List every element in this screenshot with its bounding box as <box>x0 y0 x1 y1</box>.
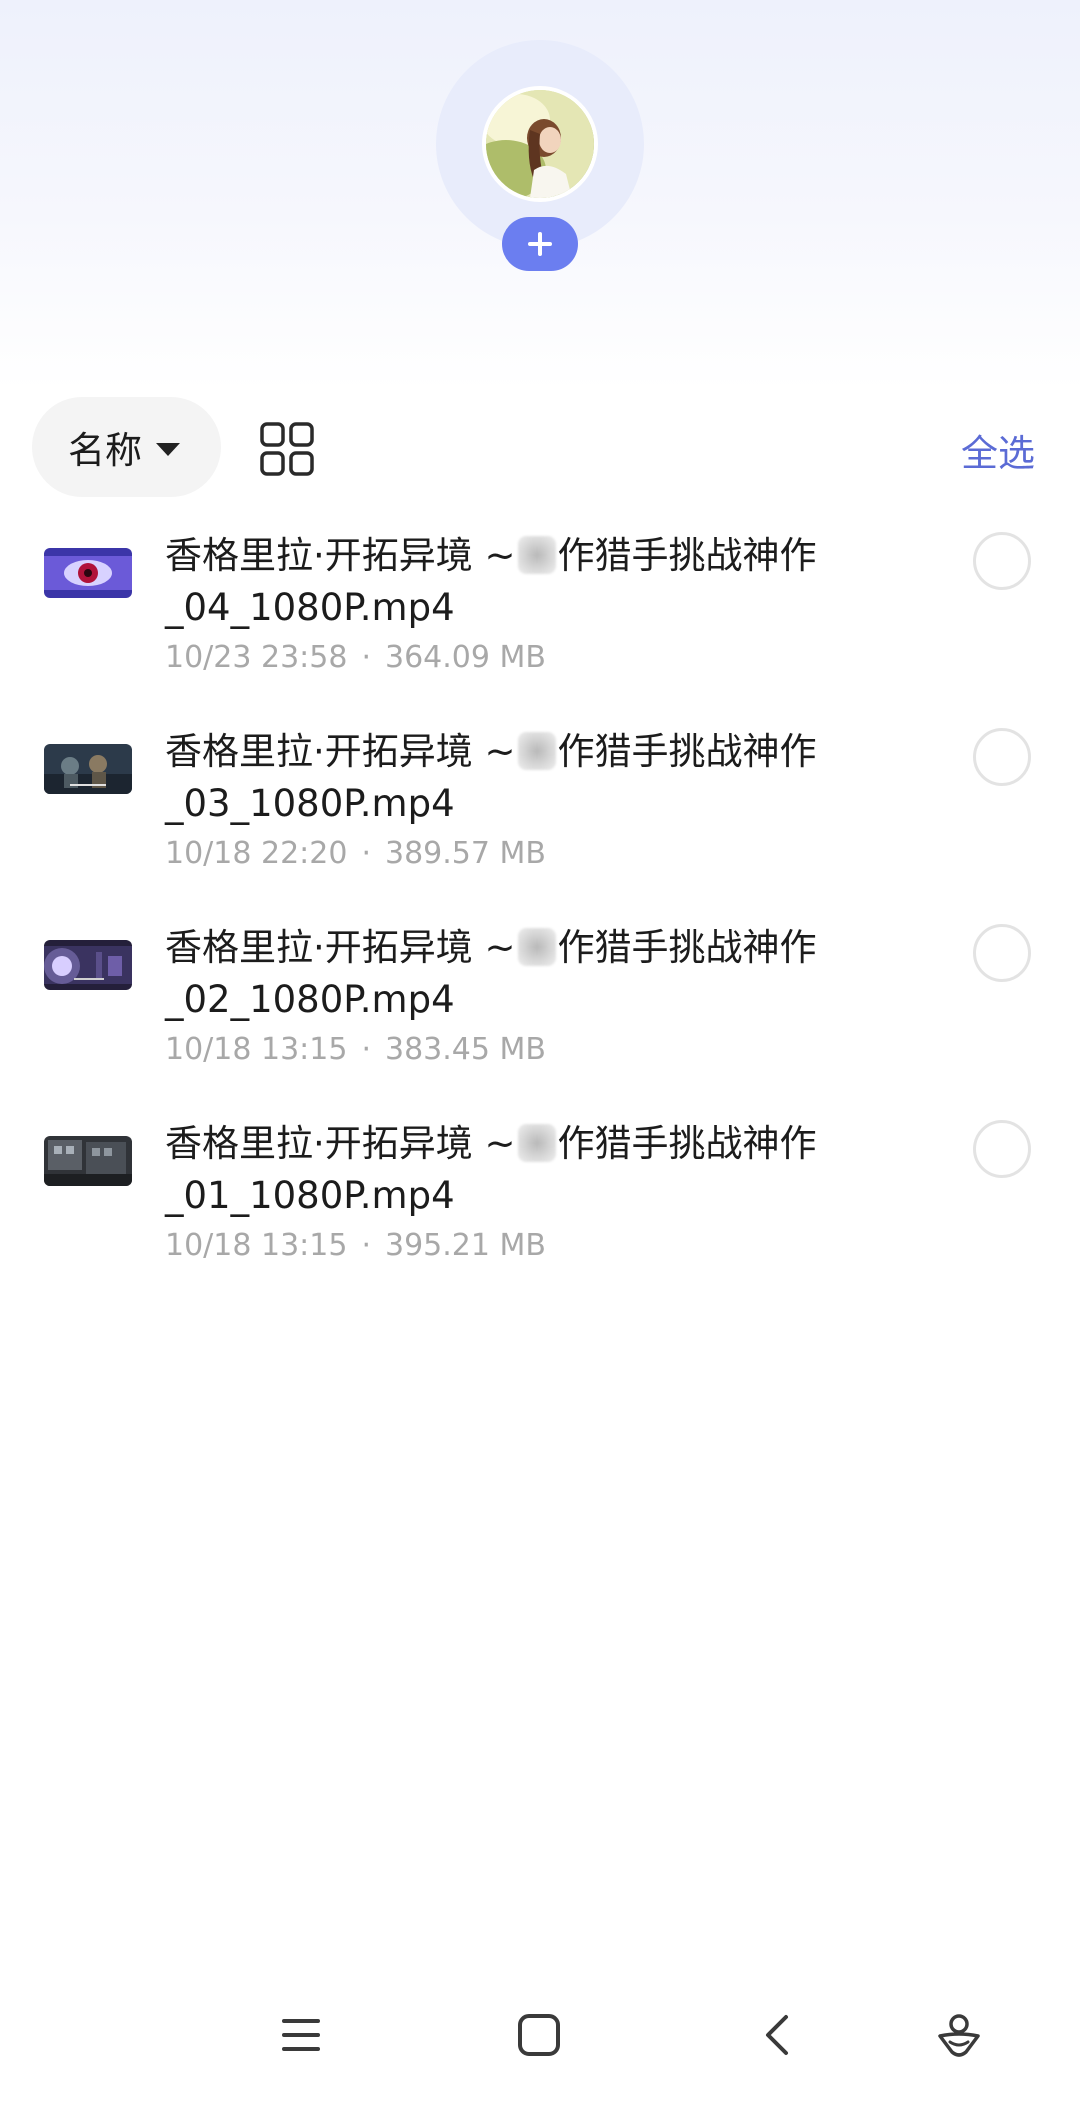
file-name-part1: 香格里拉·开拓异境 ~ <box>165 730 516 773</box>
video-thumbnail <box>44 548 132 598</box>
file-name-part1: 香格里拉·开拓异境 ~ <box>165 534 516 577</box>
file-size: 383.45 MB <box>385 1032 546 1067</box>
file-meta: 10/18 22:20 · 389.57 MB <box>165 834 546 874</box>
list-item[interactable]: 香格里拉·开拓异境 ~ 作猎手挑战神作 _04_1080P.mp4 10/23 2… <box>0 520 1080 710</box>
file-name: 香格里拉·开拓异境 ~ 作猎手挑战神作 _01_1080P.mp4 <box>165 1118 865 1222</box>
home-square-icon <box>518 2014 560 2056</box>
file-name: 香格里拉·开拓异境 ~ 作猎手挑战神作 _04_1080P.mp4 <box>165 530 865 634</box>
sort-dropdown[interactable]: 名称 <box>32 397 221 497</box>
back-chevron-icon <box>766 2015 788 2055</box>
avatar[interactable] <box>482 86 598 202</box>
select-all-button[interactable]: 全选 <box>961 423 1035 477</box>
assistant-icon <box>938 2014 980 2057</box>
meta-separator: · <box>361 1228 371 1263</box>
file-size: 364.09 MB <box>385 640 546 675</box>
list-item[interactable]: 香格里拉·开拓异境 ~ 作猎手挑战神作 _02_1080P.mp4 10/18 1… <box>0 912 1080 1102</box>
blurred-text-mask <box>517 1124 556 1162</box>
blurred-text-mask <box>517 732 556 770</box>
file-meta: 10/18 13:15 · 395.21 MB <box>165 1226 546 1266</box>
plus-icon <box>528 232 552 256</box>
select-radio[interactable] <box>973 532 1031 590</box>
menu-button[interactable] <box>266 1990 336 2080</box>
video-thumbnail <box>44 1136 132 1186</box>
avatar-image-icon <box>486 90 594 198</box>
file-date: 10/18 13:15 <box>165 1228 348 1263</box>
file-size: 389.57 MB <box>385 836 546 871</box>
list-item[interactable]: 香格里拉·开拓异境 ~ 作猎手挑战神作 _01_1080P.mp4 10/18 1… <box>0 1108 1080 1298</box>
video-thumbnail <box>44 744 132 794</box>
file-size: 395.21 MB <box>385 1228 546 1263</box>
back-button[interactable] <box>742 1990 812 2080</box>
select-radio[interactable] <box>973 1120 1031 1178</box>
grid-view-icon[interactable] <box>260 422 314 476</box>
select-radio[interactable] <box>973 924 1031 982</box>
sort-label: 名称 <box>68 429 142 472</box>
file-date: 10/18 22:20 <box>165 836 348 871</box>
caret-down-icon <box>156 442 180 456</box>
file-name: 香格里拉·开拓异境 ~ 作猎手挑战神作 _03_1080P.mp4 <box>165 726 865 830</box>
add-button[interactable] <box>502 217 578 271</box>
meta-separator: · <box>361 640 371 675</box>
list-item[interactable]: 香格里拉·开拓异境 ~ 作猎手挑战神作 _03_1080P.mp4 10/18 2… <box>0 716 1080 906</box>
blurred-text-mask <box>517 536 556 574</box>
menu-icon <box>282 2019 320 2051</box>
system-navigation-bar <box>0 1990 1080 2080</box>
file-date: 10/18 13:15 <box>165 1032 348 1067</box>
file-meta: 10/23 23:58 · 364.09 MB <box>165 638 546 678</box>
file-name-part1: 香格里拉·开拓异境 ~ <box>165 1122 516 1165</box>
blurred-text-mask <box>517 928 556 966</box>
video-thumbnail <box>44 940 132 990</box>
file-meta: 10/18 13:15 · 383.45 MB <box>165 1030 546 1070</box>
meta-separator: · <box>361 1032 371 1067</box>
assistant-button[interactable] <box>924 1990 994 2080</box>
file-name-part1: 香格里拉·开拓异境 ~ <box>165 926 516 969</box>
file-date: 10/23 23:58 <box>165 640 348 675</box>
file-name: 香格里拉·开拓异境 ~ 作猎手挑战神作 _02_1080P.mp4 <box>165 922 865 1026</box>
home-button[interactable] <box>504 1990 574 2080</box>
select-radio[interactable] <box>973 728 1031 786</box>
meta-separator: · <box>361 836 371 871</box>
